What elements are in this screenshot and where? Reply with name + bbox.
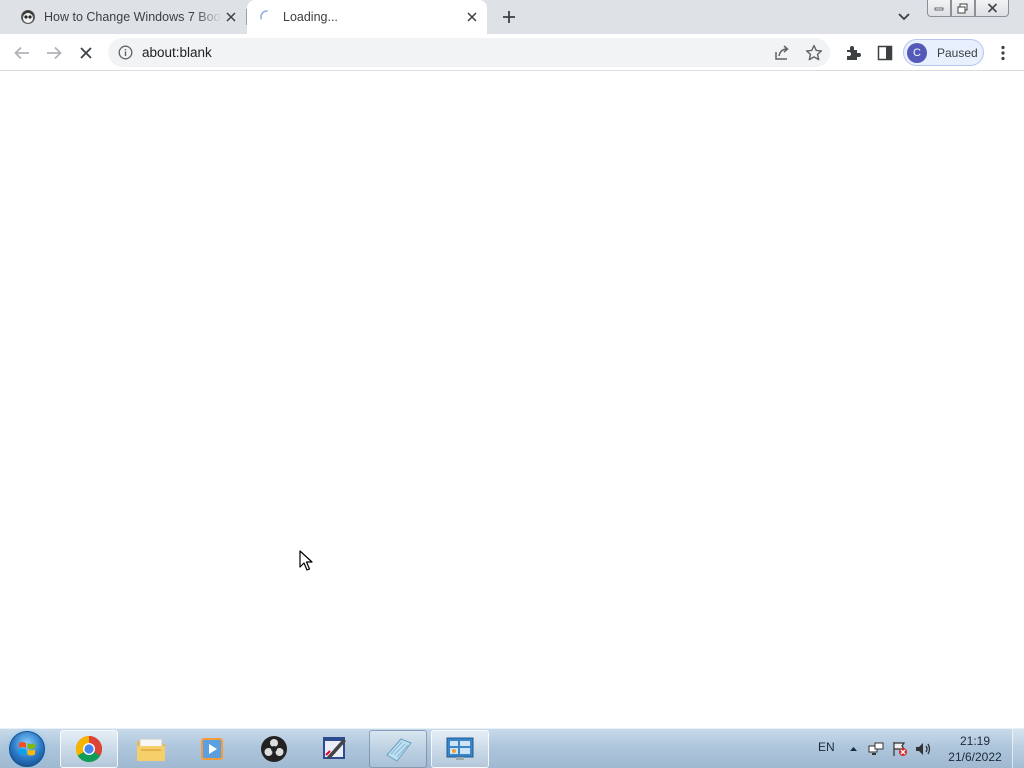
menu-button[interactable] bbox=[990, 40, 1016, 66]
taskbar-chrome[interactable] bbox=[60, 730, 118, 768]
url-text[interactable]: about:blank bbox=[142, 45, 212, 60]
window-controls bbox=[927, 0, 1009, 18]
windows-taskbar: EN 21:19 21/6/2022 bbox=[0, 728, 1024, 768]
kebab-menu-icon bbox=[1001, 45, 1005, 61]
tab-title: How to Change Windows 7 Boot bbox=[44, 10, 222, 24]
chevron-up-icon bbox=[849, 747, 857, 751]
show-desktop-button[interactable] bbox=[1012, 729, 1024, 768]
show-hidden-icons-button[interactable] bbox=[846, 746, 860, 752]
language-indicator[interactable]: EN bbox=[818, 740, 835, 754]
control-panel-icon bbox=[446, 737, 474, 760]
tab-search-button[interactable] bbox=[894, 7, 914, 27]
clock[interactable]: 21:19 21/6/2022 bbox=[942, 733, 1008, 765]
system-tray bbox=[846, 729, 936, 768]
taskbar-notepad[interactable] bbox=[369, 730, 427, 768]
loading-spinner-icon bbox=[259, 9, 275, 25]
minimize-icon bbox=[934, 7, 944, 11]
back-arrow-icon bbox=[14, 46, 29, 60]
clock-time: 21:19 bbox=[959, 734, 991, 748]
forward-button[interactable] bbox=[41, 40, 67, 66]
tab-loading[interactable]: Loading... bbox=[247, 0, 487, 34]
folder-icon bbox=[137, 738, 165, 761]
notepad-icon bbox=[386, 738, 412, 762]
restore-button[interactable] bbox=[951, 0, 975, 17]
extensions-button[interactable] bbox=[840, 40, 866, 66]
taskbar-obs-studio[interactable] bbox=[245, 730, 303, 768]
taskbar-paint-tool[interactable] bbox=[306, 730, 364, 768]
browser-toolbar: about:blank C Paused bbox=[0, 34, 1024, 71]
taskbar-windows-explorer[interactable] bbox=[122, 730, 180, 768]
chevron-down-icon bbox=[898, 13, 910, 21]
action-center-flag-icon[interactable] bbox=[888, 741, 912, 757]
obs-icon bbox=[261, 736, 287, 762]
paint-icon bbox=[323, 737, 346, 759]
media-player-icon bbox=[201, 738, 223, 760]
back-button[interactable] bbox=[9, 40, 35, 66]
side-panel-button[interactable] bbox=[872, 40, 898, 66]
taskbar-media-player[interactable] bbox=[183, 730, 241, 768]
forward-arrow-icon bbox=[47, 46, 62, 60]
page-content[interactable] bbox=[0, 71, 1024, 728]
tab-strip: How to Change Windows 7 Boot Loading... bbox=[0, 0, 1024, 34]
minimize-button[interactable] bbox=[927, 0, 951, 17]
profile-status: Paused bbox=[937, 45, 978, 60]
network-icon[interactable] bbox=[864, 742, 888, 756]
tab-title: Loading... bbox=[283, 10, 338, 24]
side-panel-icon bbox=[877, 45, 893, 61]
geek-face-icon bbox=[20, 9, 36, 25]
close-icon bbox=[987, 3, 997, 13]
close-tab-icon[interactable] bbox=[222, 8, 240, 26]
share-icon[interactable] bbox=[772, 43, 792, 63]
address-bar[interactable]: about:blank bbox=[108, 38, 830, 67]
chrome-icon bbox=[75, 735, 103, 763]
tab-how-to-change-windows[interactable]: How to Change Windows 7 Boot bbox=[8, 0, 246, 34]
mouse-pointer-icon bbox=[299, 550, 313, 577]
close-window-button[interactable] bbox=[975, 0, 1009, 17]
close-tab-icon[interactable] bbox=[463, 8, 481, 26]
plus-icon bbox=[503, 11, 515, 23]
clock-date: 21/6/2022 bbox=[948, 750, 1002, 764]
profile-button[interactable]: C Paused bbox=[903, 39, 984, 66]
avatar: C bbox=[907, 42, 927, 63]
stop-loading-button[interactable] bbox=[73, 40, 99, 66]
bookmark-star-icon[interactable] bbox=[804, 43, 824, 63]
taskbar-control-panel[interactable] bbox=[431, 730, 489, 768]
new-tab-button[interactable] bbox=[497, 5, 521, 29]
windows-logo-icon bbox=[9, 731, 45, 767]
close-icon bbox=[80, 47, 92, 59]
info-icon[interactable] bbox=[118, 45, 133, 60]
volume-icon[interactable] bbox=[912, 742, 936, 756]
start-button[interactable] bbox=[5, 729, 49, 768]
restore-icon bbox=[957, 3, 968, 13]
puzzle-piece-icon bbox=[847, 46, 861, 60]
